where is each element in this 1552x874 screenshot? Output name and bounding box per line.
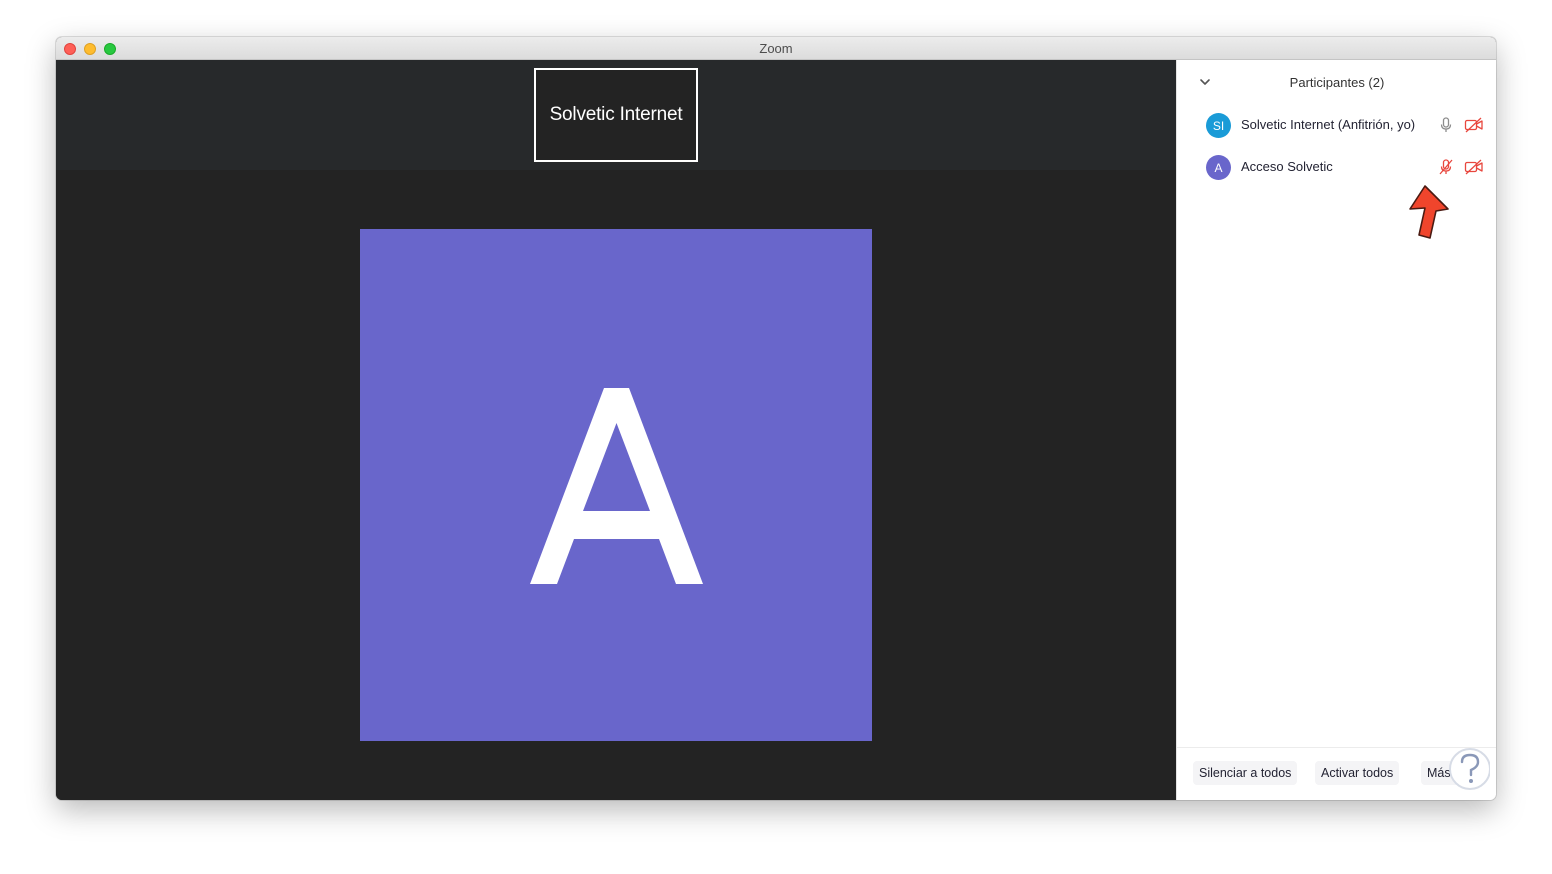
mute-all-button[interactable]: Silenciar a todos xyxy=(1193,761,1298,785)
avatar: SI xyxy=(1206,113,1231,138)
participant-name: Solvetic Internet (Anfitrión, yo) xyxy=(1241,117,1416,132)
thumbnail-strip: Solvetic Internet xyxy=(56,60,1176,170)
unmute-all-button[interactable]: Activar todos xyxy=(1315,761,1400,785)
window-title: Zoom xyxy=(759,41,793,56)
zoom-window: Zoom Solvetic Internet A Participantes (… xyxy=(56,37,1496,800)
participants-panel: Participantes (2) SI Solvetic Internet (… xyxy=(1176,60,1496,800)
video-off-icon[interactable] xyxy=(1464,116,1484,134)
title-bar: Zoom xyxy=(56,37,1496,60)
participants-title: Participantes (2) xyxy=(1289,75,1385,90)
video-off-icon[interactable] xyxy=(1464,158,1484,176)
speaker-initial-letter: A xyxy=(530,388,703,584)
mic-on-icon[interactable] xyxy=(1437,116,1455,134)
participants-header: Participantes (2) xyxy=(1177,60,1496,104)
mic-muted-icon[interactable] xyxy=(1437,158,1455,176)
watermark-logo-icon xyxy=(1449,748,1490,790)
participant-thumbnail[interactable]: Solvetic Internet xyxy=(534,68,698,162)
active-speaker-avatar: A xyxy=(360,229,872,741)
participant-name: Acceso Solvetic xyxy=(1241,159,1333,174)
participant-row[interactable]: SI Solvetic Internet (Anfitrión, yo) xyxy=(1177,105,1496,145)
avatar: A xyxy=(1206,155,1231,180)
thumbnail-label: Solvetic Internet xyxy=(549,104,683,125)
red-arrow-annotation-icon xyxy=(1409,185,1449,239)
participant-row[interactable]: A Acceso Solvetic xyxy=(1177,147,1496,187)
video-area: Solvetic Internet A xyxy=(56,60,1176,800)
